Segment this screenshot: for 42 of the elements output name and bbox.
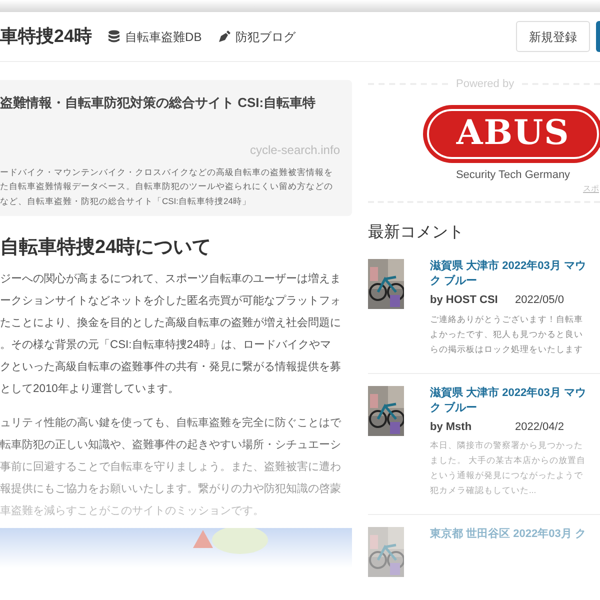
comment-title-link[interactable]: 滋賀県 大津市 2022年03月 マウ [430, 386, 600, 400]
summary-description: など、自転車盗難・防犯の総合サイト「CSI:自転車特捜24時」 [0, 194, 252, 208]
recent-comments-heading: 最新コメント [368, 222, 465, 243]
about-text: ークションサイトなどネットを介した匿名売買が可能なプラットフォ [0, 294, 342, 309]
database-icon [108, 30, 120, 43]
comment-title-link[interactable]: ク ブルー [430, 400, 600, 416]
comment-excerpt: という通報が発見につながったようで [430, 469, 584, 482]
summary-description: ードバイク・マウンテンバイク・クロスバイクなどの高級自転車の盗難被害情報を [0, 166, 334, 178]
about-text: 事前に回避することで自転車を守りましょう。また、盗難被害に遭わ [0, 460, 342, 475]
about-text: 転車防犯の正しい知識や、盗難事件の起きやすい場所・シチュエーシ [0, 438, 342, 453]
sponsor-logo[interactable]: ABUS [423, 104, 600, 162]
comment-excerpt: 犯カメラ確認もしていた... [430, 484, 538, 497]
comment-excerpt: よかったです、犯人も見つかると良い [430, 328, 584, 340]
comment-title-link[interactable]: ク ブルー [430, 274, 600, 289]
comment-author: by HOST CSI [430, 293, 499, 308]
comment-title-link[interactable]: 滋賀県 大津市 2022年03月 マウ [430, 259, 600, 274]
comment-author: by Msth [430, 420, 473, 434]
about-text: ュリティ性能の高い鍵を使っても、自転車盗難を完全に防ぐことはで [0, 416, 342, 431]
comment-excerpt: らの掲示板はロック処理をいたします [430, 342, 584, 356]
login-button[interactable] [596, 21, 600, 52]
about-text: ジーへの関心が高まるにつれて、スポーツ自転車のユーザーは増えま [0, 272, 342, 287]
comment-date: 2022/05/0 [515, 293, 564, 308]
site-title[interactable]: 車特捜24時 [0, 23, 92, 50]
about-heading: 自転車特捜24時について [0, 236, 212, 260]
register-button[interactable]: 新規登録 [516, 21, 590, 52]
about-text: として2010年より運営しています。 [0, 382, 180, 397]
pen-icon [218, 30, 231, 43]
about-text: 。その様な背景の元「CSI:自転車特捜24時」は、ロードバイクやマ [0, 338, 332, 353]
about-text: たことにより、換金を目的とした高級自転車の盗難が増え社会問題に [0, 316, 342, 331]
comment-excerpt: ご連絡ありがとうございます！自転車 [430, 312, 584, 326]
about-text: 報提供にもご協力をお願いいたします。繋がりの力や防犯知識の啓蒙 [0, 482, 342, 497]
summary-title: 盗難情報・自転車防犯対策の総合サイト CSI:自転車特 [0, 94, 317, 112]
about-text: クといった高級自転車の盗難事件の共有・発見に繋がる情報提供を募 [0, 360, 342, 375]
nav-link[interactable]: 防犯ブログ [218, 28, 296, 46]
about-text: 車盗難を減らすことがこのサイトのミッションです。 [0, 504, 265, 519]
nav-link[interactable]: 自転車盗難DB [108, 28, 202, 46]
sponsor-tagline: Security Tech Germany [456, 168, 570, 182]
summary-description: た自転車盗難情報データベース。自転車防犯のツールや盗られにくい留め方などの [0, 180, 334, 193]
comment-date: 2022/04/2 [515, 420, 564, 434]
comment-excerpt: ました。 大手の某古本店からの放置自 [430, 454, 586, 467]
domain-text: cycle-search.info [250, 142, 341, 158]
comment-excerpt: 本日、隣接市の警察署から見つかった [430, 439, 584, 452]
